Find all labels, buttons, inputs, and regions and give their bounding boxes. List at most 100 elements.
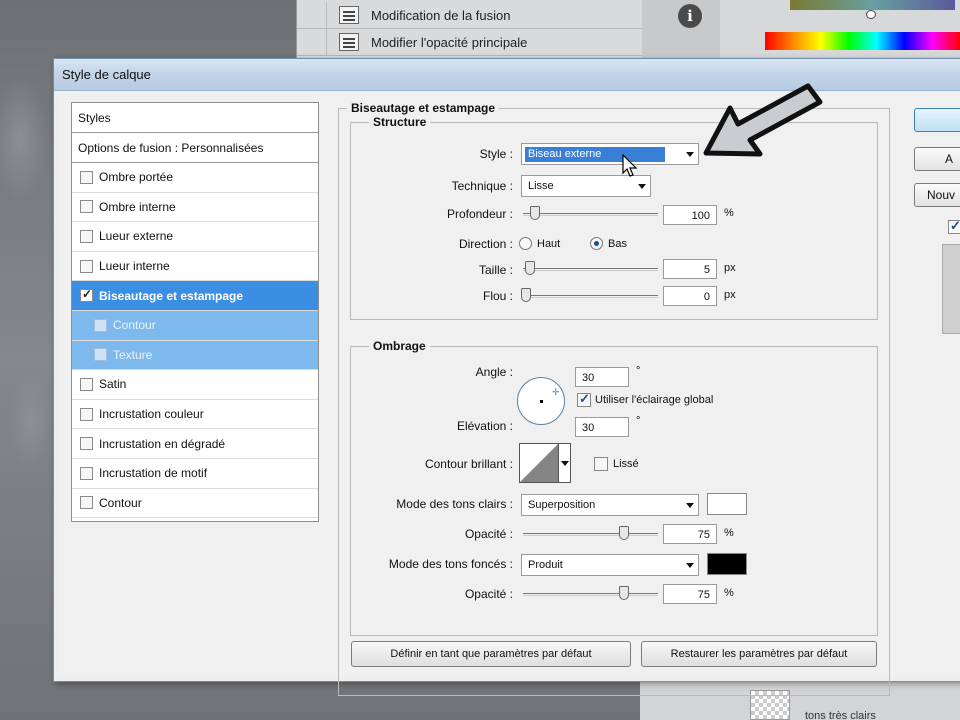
style-list-item-label: Contour bbox=[113, 318, 156, 333]
direction-label: Direction : bbox=[458, 237, 513, 251]
style-list-item[interactable]: Lueur interne bbox=[72, 252, 318, 282]
highlight-opacity-thumb[interactable] bbox=[619, 526, 629, 540]
shadow-opacity-thumb[interactable] bbox=[619, 586, 629, 600]
color-slider-knob[interactable] bbox=[866, 10, 876, 19]
style-list-item[interactable]: Lueur externe bbox=[72, 222, 318, 252]
color-spectrum[interactable] bbox=[765, 32, 960, 50]
shadow-opacity-input[interactable]: 75 bbox=[663, 584, 717, 604]
style-list-item[interactable]: Ombre interne bbox=[72, 193, 318, 223]
chevron-down-icon bbox=[686, 563, 694, 568]
angle-label: Angle : bbox=[475, 365, 513, 379]
style-enable-checkbox[interactable] bbox=[80, 377, 93, 391]
global-light-label[interactable]: Utiliser l'éclairage global bbox=[595, 394, 713, 406]
shadow-color-swatch[interactable] bbox=[707, 553, 747, 575]
style-enable-checkbox[interactable] bbox=[94, 318, 107, 332]
global-light-checkbox[interactable] bbox=[577, 391, 591, 407]
depth-slider-track[interactable] bbox=[523, 213, 658, 216]
style-list-item[interactable]: Incrustation couleur bbox=[72, 400, 318, 430]
style-enable-checkbox[interactable] bbox=[80, 287, 93, 303]
color-slider-bar[interactable] bbox=[790, 0, 955, 10]
bevel-style-select[interactable]: Biseau externe bbox=[521, 143, 699, 165]
direction-down-label[interactable]: Bas bbox=[608, 238, 627, 250]
annotation-arrow-icon bbox=[703, 83, 823, 157]
soften-unit: px bbox=[724, 289, 736, 301]
style-list-item-label: Lueur interne bbox=[99, 259, 170, 274]
antialiased-label[interactable]: Lissé bbox=[613, 458, 639, 470]
soften-slider-track[interactable] bbox=[523, 295, 658, 298]
style-enable-checkbox[interactable] bbox=[80, 259, 93, 273]
history-step-icon bbox=[339, 33, 359, 51]
size-input[interactable]: 5 bbox=[663, 259, 717, 279]
size-slider-thumb[interactable] bbox=[525, 261, 535, 275]
reset-default-button[interactable]: Restaurer les paramètres par défaut bbox=[641, 641, 877, 667]
style-preview-box bbox=[942, 244, 960, 334]
style-enable-checkbox[interactable] bbox=[80, 496, 93, 510]
soften-label: Flou : bbox=[482, 289, 513, 303]
gloss-contour-dropdown[interactable] bbox=[559, 443, 571, 483]
style-list-item[interactable]: Incrustation en dégradé bbox=[72, 429, 318, 459]
history-snapshot-toggle[interactable] bbox=[297, 28, 327, 56]
style-list-item[interactable]: Texture bbox=[72, 340, 318, 371]
altitude-input[interactable]: 30 bbox=[575, 417, 629, 437]
direction-up-radio[interactable] bbox=[519, 237, 532, 250]
size-slider-track[interactable] bbox=[523, 268, 658, 271]
shading-group: Ombrage Angle : ✛ 30 ° Utiliser l'éclair… bbox=[350, 339, 878, 636]
cancel-button[interactable]: A bbox=[914, 147, 960, 171]
soften-slider-thumb[interactable] bbox=[521, 288, 531, 302]
style-list-item[interactable]: Ombre portée bbox=[72, 163, 318, 193]
highlight-opacity-track[interactable] bbox=[523, 533, 658, 536]
style-list-item-label: Incrustation de motif bbox=[99, 466, 208, 481]
style-enable-checkbox[interactable] bbox=[80, 170, 93, 184]
depth-slider-thumb[interactable] bbox=[530, 206, 540, 220]
direction-up-label[interactable]: Haut bbox=[537, 238, 560, 250]
style-list-item[interactable]: Satin bbox=[72, 370, 318, 400]
new-style-button[interactable]: Nouv bbox=[914, 183, 960, 207]
style-list-item[interactable]: Contour bbox=[72, 489, 318, 519]
gloss-contour-preview[interactable] bbox=[519, 443, 559, 483]
style-label: Style : bbox=[479, 147, 513, 161]
style-list-item-label: Satin bbox=[99, 377, 127, 392]
soften-input[interactable]: 0 bbox=[663, 286, 717, 306]
preview-checkbox[interactable] bbox=[948, 218, 960, 234]
style-enable-checkbox[interactable] bbox=[94, 348, 107, 362]
shadow-mode-value: Produit bbox=[528, 559, 563, 571]
blending-options-item[interactable]: Options de fusion : Personnalisées bbox=[72, 133, 318, 163]
highlight-mode-select[interactable]: Superposition bbox=[521, 494, 699, 516]
angle-input[interactable]: 30 bbox=[575, 367, 629, 387]
style-enable-checkbox[interactable] bbox=[80, 200, 93, 214]
ok-button[interactable] bbox=[914, 108, 960, 132]
history-item[interactable]: Modifier l'opacité principale bbox=[297, 28, 643, 56]
style-list-item-label: Lueur externe bbox=[99, 229, 174, 244]
style-enable-checkbox[interactable] bbox=[80, 229, 93, 243]
bevel-style-value: Biseau externe bbox=[525, 147, 665, 162]
crosshair-icon: ✛ bbox=[552, 387, 560, 397]
style-list-item-label: Texture bbox=[113, 347, 153, 362]
antialiased-checkbox[interactable] bbox=[594, 457, 608, 471]
style-enable-checkbox[interactable] bbox=[80, 466, 93, 480]
highlight-color-swatch[interactable] bbox=[707, 493, 747, 515]
technique-select[interactable]: Lisse bbox=[521, 175, 651, 197]
history-panel: Modification de la fusion Modifier l'opa… bbox=[296, 0, 643, 58]
style-list-item[interactable]: Incrustation de motif bbox=[72, 459, 318, 489]
size-unit: px bbox=[724, 262, 736, 274]
shadow-opacity-track[interactable] bbox=[523, 593, 658, 596]
style-list-item[interactable]: Biseautage et estampage bbox=[72, 281, 318, 311]
style-enable-checkbox[interactable] bbox=[80, 437, 93, 451]
angle-dial[interactable]: ✛ bbox=[517, 377, 565, 425]
history-item[interactable]: Modification de la fusion bbox=[297, 1, 643, 29]
style-enable-checkbox[interactable] bbox=[80, 407, 93, 421]
info-icon[interactable]: i bbox=[678, 4, 702, 28]
shadow-mode-select[interactable]: Produit bbox=[521, 554, 699, 576]
highlight-opacity-input[interactable]: 75 bbox=[663, 524, 717, 544]
dialog-title: Style de calque bbox=[62, 67, 151, 82]
style-list-item-label: Biseautage et estampage bbox=[99, 288, 244, 303]
style-list-item[interactable]: Contour bbox=[72, 310, 318, 341]
direction-down-radio[interactable] bbox=[590, 237, 603, 250]
layer-name[interactable]: tons très clairs bbox=[805, 710, 876, 720]
styles-header[interactable]: Styles bbox=[72, 103, 318, 133]
depth-input[interactable]: 100 bbox=[663, 205, 717, 225]
dialog-body: Styles Options de fusion : Personnalisée… bbox=[58, 92, 960, 696]
history-snapshot-toggle[interactable] bbox=[297, 1, 327, 29]
shadow-opacity-label: Opacité : bbox=[464, 587, 513, 601]
make-default-button[interactable]: Définir en tant que paramètres par défau… bbox=[351, 641, 631, 667]
